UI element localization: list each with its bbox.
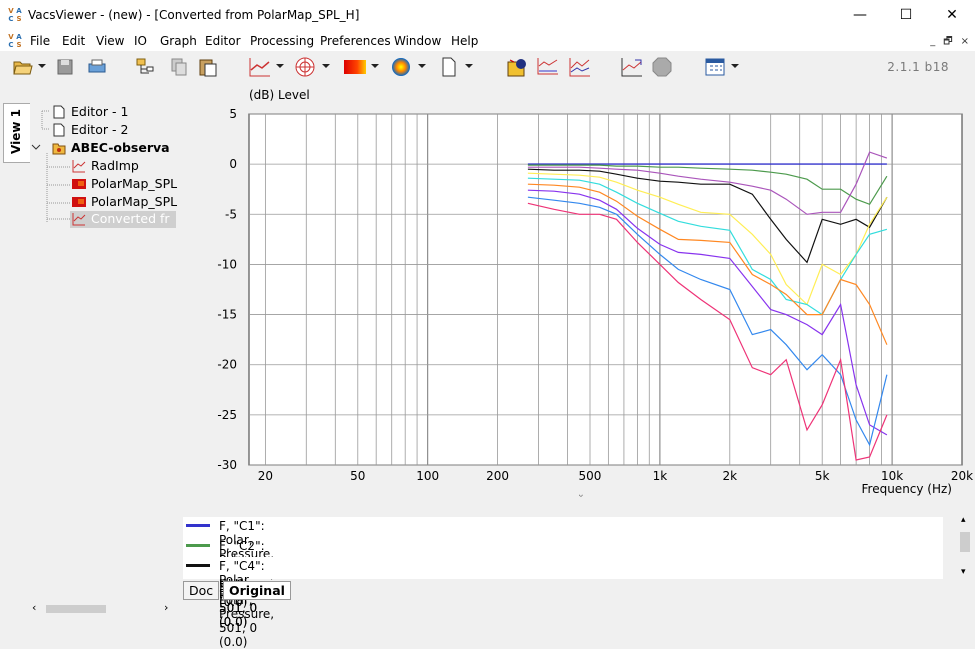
yxt-graph-icon[interactable] [536, 56, 560, 78]
multi-graph-icon[interactable] [568, 56, 592, 78]
menu-window[interactable]: Window [394, 34, 441, 48]
chevron-down-icon[interactable] [465, 64, 473, 68]
menu-editor[interactable]: Editor [205, 34, 241, 48]
toolbar: 2.1.1 b18 [0, 51, 975, 83]
y-tick-label: -15 [217, 308, 237, 322]
open-folder-icon[interactable] [12, 56, 34, 78]
x-tick-label: 20k [951, 469, 973, 483]
legend-swatch [186, 564, 210, 567]
y-tick-label: 5 [229, 107, 237, 121]
y-tick-label: -25 [217, 408, 237, 422]
app-icon-letter: S [16, 41, 22, 49]
run-script-icon[interactable] [505, 56, 529, 78]
app-icon-letter: A [16, 33, 22, 41]
line-graph-icon[interactable] [248, 56, 272, 78]
window-title: VacsViewer - (new) - [Converted from Pol… [28, 8, 360, 22]
y-tick-label: -20 [217, 358, 237, 372]
mdi-app-icon[interactable]: VA CS [7, 33, 23, 49]
x-tick-label: 20 [258, 469, 273, 483]
legend-swatch [186, 524, 210, 527]
tab-original[interactable]: Original [223, 581, 291, 600]
polar-graph-icon[interactable] [294, 56, 316, 78]
menu-edit[interactable]: Edit [62, 34, 85, 48]
mdi-close-button[interactable]: × [961, 36, 969, 47]
title-bar: VA CS VacsViewer - (new) - [Converted fr… [0, 0, 975, 31]
chevron-down-icon[interactable] [418, 64, 426, 68]
x-tick-label: 5k [815, 469, 830, 483]
y-tick-label: -30 [217, 458, 237, 472]
legend-panel-lower: F, "C4": Polar, Pressure, 501, 0 (0.0) [183, 557, 943, 629]
x-axis-label: Frequency (Hz) [862, 482, 953, 496]
x-tick-label: 10k [881, 469, 903, 483]
paste-icon[interactable] [197, 56, 219, 78]
chevron-right-icon[interactable]: › [164, 601, 168, 614]
menu-bar: VA CS File Edit View IO Graph Editor Pro… [0, 31, 975, 51]
import-graph-icon[interactable] [620, 56, 644, 78]
save-icon[interactable] [55, 56, 75, 78]
menu-graph[interactable]: Graph [160, 34, 197, 48]
plot-area [248, 113, 963, 466]
app-icon-letter: V [8, 33, 14, 41]
chevron-down-icon[interactable] [322, 64, 330, 68]
app-icon: VA CS [7, 7, 23, 23]
chevron-down-icon[interactable]: ▾ [961, 567, 966, 577]
mdi-minimize-button[interactable]: _ [930, 36, 935, 47]
menu-io[interactable]: IO [134, 34, 147, 48]
y-tick-label: -5 [225, 207, 237, 221]
legend-vertical-scrollbar[interactable]: ▴ ▾ [957, 515, 973, 583]
copy-icon[interactable] [168, 56, 190, 78]
calendar-grid-icon[interactable] [704, 56, 726, 78]
x-tick-label: 1k [653, 469, 668, 483]
mdi-controls: _ 🗗 × [922, 34, 969, 51]
tree-properties-icon[interactable] [134, 56, 156, 78]
chevron-up-icon[interactable]: ▴ [961, 515, 966, 525]
resize-handle-icon[interactable]: ᵕ [579, 492, 583, 499]
menu-preferences[interactable]: Preferences [320, 34, 391, 48]
menu-file[interactable]: File [30, 34, 50, 48]
app-icon-letter: C [8, 41, 14, 49]
x-tick-label: 100 [416, 469, 439, 483]
minimize-button[interactable]: — [837, 0, 883, 31]
chevron-down-icon[interactable] [38, 64, 46, 68]
maximize-button[interactable]: ☐ [883, 0, 929, 31]
print-icon[interactable] [86, 56, 108, 78]
chevron-down-icon[interactable] [276, 64, 284, 68]
frequency-response-chart: 50-5-10-15-20-25-3020 50 100 200 500 1k 2k 5k 10… [217, 88, 973, 499]
menu-help[interactable]: Help [451, 34, 478, 48]
chevron-down-icon[interactable] [371, 64, 379, 68]
tree-horizontal-scrollbar[interactable]: ‹ › [30, 601, 180, 617]
legend-swatch [186, 544, 210, 547]
y-tick-label: 0 [229, 157, 237, 171]
mdi-restore-button[interactable]: 🗗 [943, 36, 952, 47]
x-tick-label: 500 [579, 469, 602, 483]
scrollbar-thumb[interactable] [960, 532, 970, 552]
stop-icon[interactable] [651, 56, 673, 78]
chevron-down-icon[interactable] [731, 64, 739, 68]
app-icon-letter: C [8, 15, 14, 23]
app-icon-letter: S [16, 15, 22, 23]
menu-view[interactable]: View [96, 34, 124, 48]
x-tick-label: 50 [350, 469, 365, 483]
app-icon-letter: A [16, 7, 22, 15]
app-icon-letter: V [8, 7, 14, 15]
close-button[interactable]: ✕ [929, 0, 975, 31]
chevron-left-icon[interactable]: ‹ [32, 601, 36, 614]
version-label: 2.1.1 b18 [887, 60, 949, 74]
balloon-icon[interactable] [390, 56, 412, 78]
polar-map-icon[interactable] [342, 56, 368, 78]
x-tick-label: 200 [486, 469, 509, 483]
new-document-icon[interactable] [440, 56, 458, 78]
menu-processing[interactable]: Processing [250, 34, 314, 48]
scrollbar-thumb[interactable] [46, 605, 106, 613]
y-axis-label: (dB) Level [249, 88, 310, 102]
y-tick-label: -10 [217, 257, 237, 271]
tab-doc[interactable]: Doc [183, 581, 220, 600]
x-tick-label: 2k [722, 469, 737, 483]
